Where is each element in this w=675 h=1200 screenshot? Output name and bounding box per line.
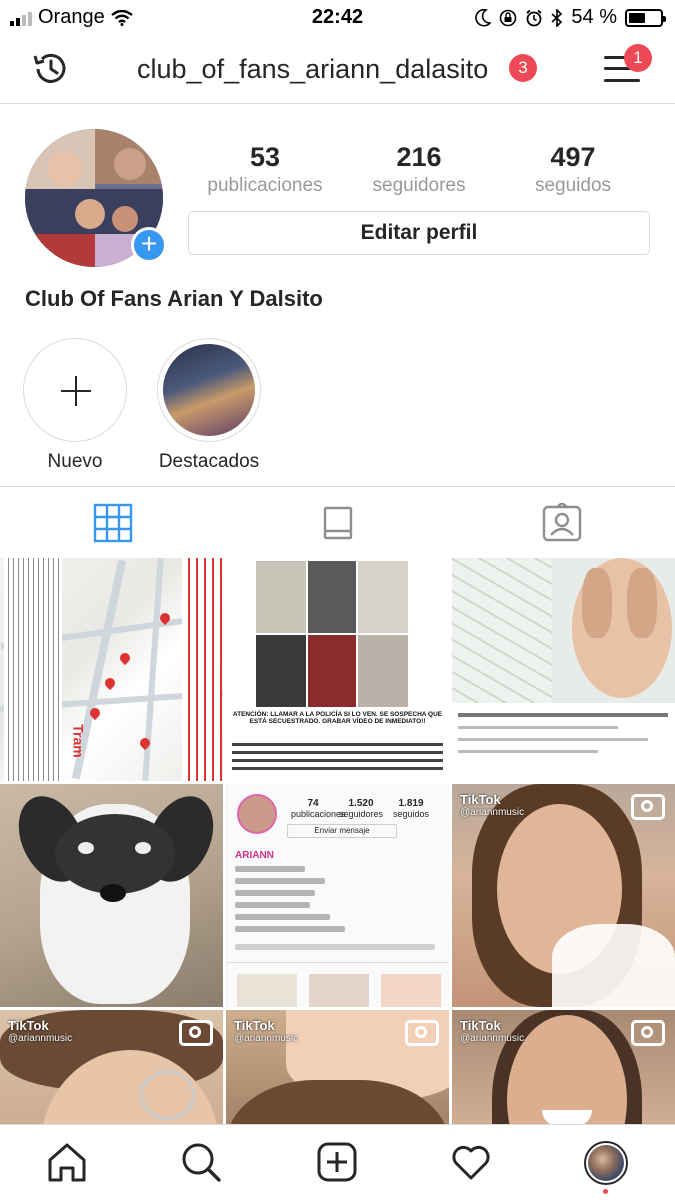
notification-dot: [603, 1189, 608, 1194]
poster-text: ATENCIÓN: LLAMAR A LA POLICÍA SI LO VEN.…: [232, 711, 443, 725]
posts-count: 53: [249, 142, 281, 172]
post-tiktok-video[interactable]: TikTok @ariannmusic: [226, 1010, 449, 1124]
post-tiktok-video[interactable]: TikTok @ariannmusic: [452, 1010, 675, 1124]
tiktok-watermark: TikTok @ariannmusic: [234, 1018, 299, 1044]
video-icon: [631, 794, 665, 820]
post-map[interactable]: Tram: [0, 558, 223, 781]
post-dog-photo[interactable]: [0, 784, 223, 1007]
tagged-icon[interactable]: [542, 503, 582, 543]
profile-username[interactable]: club_of_fans_ariann_dalasito: [137, 54, 488, 85]
map-label: Tram: [70, 724, 87, 758]
posts-label: publicaciones: [207, 175, 323, 196]
highlight-featured-label: Destacados: [158, 451, 260, 472]
rotated-text-block: [4, 558, 62, 781]
video-icon: [405, 1020, 439, 1046]
home-icon[interactable]: [46, 1141, 88, 1183]
rotation-lock-icon: [500, 9, 517, 26]
search-icon[interactable]: [180, 1141, 222, 1183]
add-story-plus-icon[interactable]: +: [131, 227, 167, 263]
following-label: seguidos: [534, 175, 612, 196]
edit-profile-button[interactable]: Editar perfil: [188, 211, 650, 255]
add-post-icon[interactable]: [316, 1141, 358, 1183]
notification-badge[interactable]: 3: [509, 54, 537, 82]
tiktok-watermark: TikTok @ariannmusic: [8, 1018, 73, 1044]
post-missing-dog-poster[interactable]: ATENCIÓN: LLAMAR A LA POLICÍA SI LO VEN.…: [226, 558, 449, 781]
featured-highlight-circle[interactable]: [157, 338, 261, 442]
menu-badge: 1: [624, 44, 652, 72]
grid-icon[interactable]: [93, 503, 133, 543]
tiktok-watermark: TikTok @ariannmusic: [460, 1018, 525, 1044]
highlight-featured[interactable]: Destacados: [157, 338, 261, 473]
post-tiktok-video[interactable]: TikTok @ariannmusic: [452, 784, 675, 1007]
mini-avatar: [237, 794, 277, 834]
activity-heart-icon[interactable]: [450, 1141, 492, 1183]
new-highlight-circle[interactable]: [23, 338, 127, 442]
alarm-icon: [526, 9, 542, 26]
post-tiktok-video[interactable]: TikTok @ariannmusic: [0, 1010, 223, 1124]
stat-followers[interactable]: 216 seguidores: [348, 142, 490, 197]
bottom-nav: [0, 1124, 675, 1200]
stat-following[interactable]: 497 seguidos: [508, 142, 638, 197]
video-icon: [631, 1020, 665, 1046]
archive-history-icon[interactable]: [30, 48, 72, 90]
post-video-screenshot[interactable]: [452, 558, 675, 781]
battery-percent: 54 %: [571, 6, 617, 28]
mini-message-button: Enviar mensaje: [287, 824, 397, 838]
profile-tabs: [0, 486, 675, 558]
followers-label: seguidores: [372, 175, 466, 196]
video-icon: [179, 1020, 213, 1046]
tiktok-watermark: TikTok @ariannmusic: [460, 792, 525, 818]
following-count: 497: [550, 142, 596, 172]
moon-icon: [475, 8, 492, 27]
post-profile-screenshot[interactable]: 74 publicaciones 1.520 seguidores 1.819 seg…: [226, 784, 449, 1007]
posts-grid: Tram ATENCIÓN: LLAMAR A LA POLICÍA SI LO…: [0, 558, 675, 1124]
battery-fill: [629, 12, 646, 23]
status-right: 54 %: [475, 6, 666, 29]
bluetooth-icon: [551, 8, 563, 27]
profile-full-name: Club Of Fans Arian Y Dalsito: [25, 286, 323, 311]
battery-icon: [625, 8, 666, 27]
stat-posts[interactable]: 53 publicaciones: [190, 142, 340, 197]
followers-count: 216: [396, 142, 442, 172]
status-bar: Orange 22:42 54 %: [0, 0, 675, 34]
feed-icon[interactable]: [318, 503, 358, 543]
rotated-red-text: [182, 558, 222, 781]
top-nav: club_of_fans_ariann_dalasito 3 1: [0, 34, 675, 104]
highlight-cover-image: [163, 344, 255, 436]
highlight-new[interactable]: Nuevo: [23, 338, 127, 473]
profile-tab-avatar[interactable]: [584, 1141, 628, 1185]
highlight-new-label: Nuevo: [47, 451, 103, 472]
